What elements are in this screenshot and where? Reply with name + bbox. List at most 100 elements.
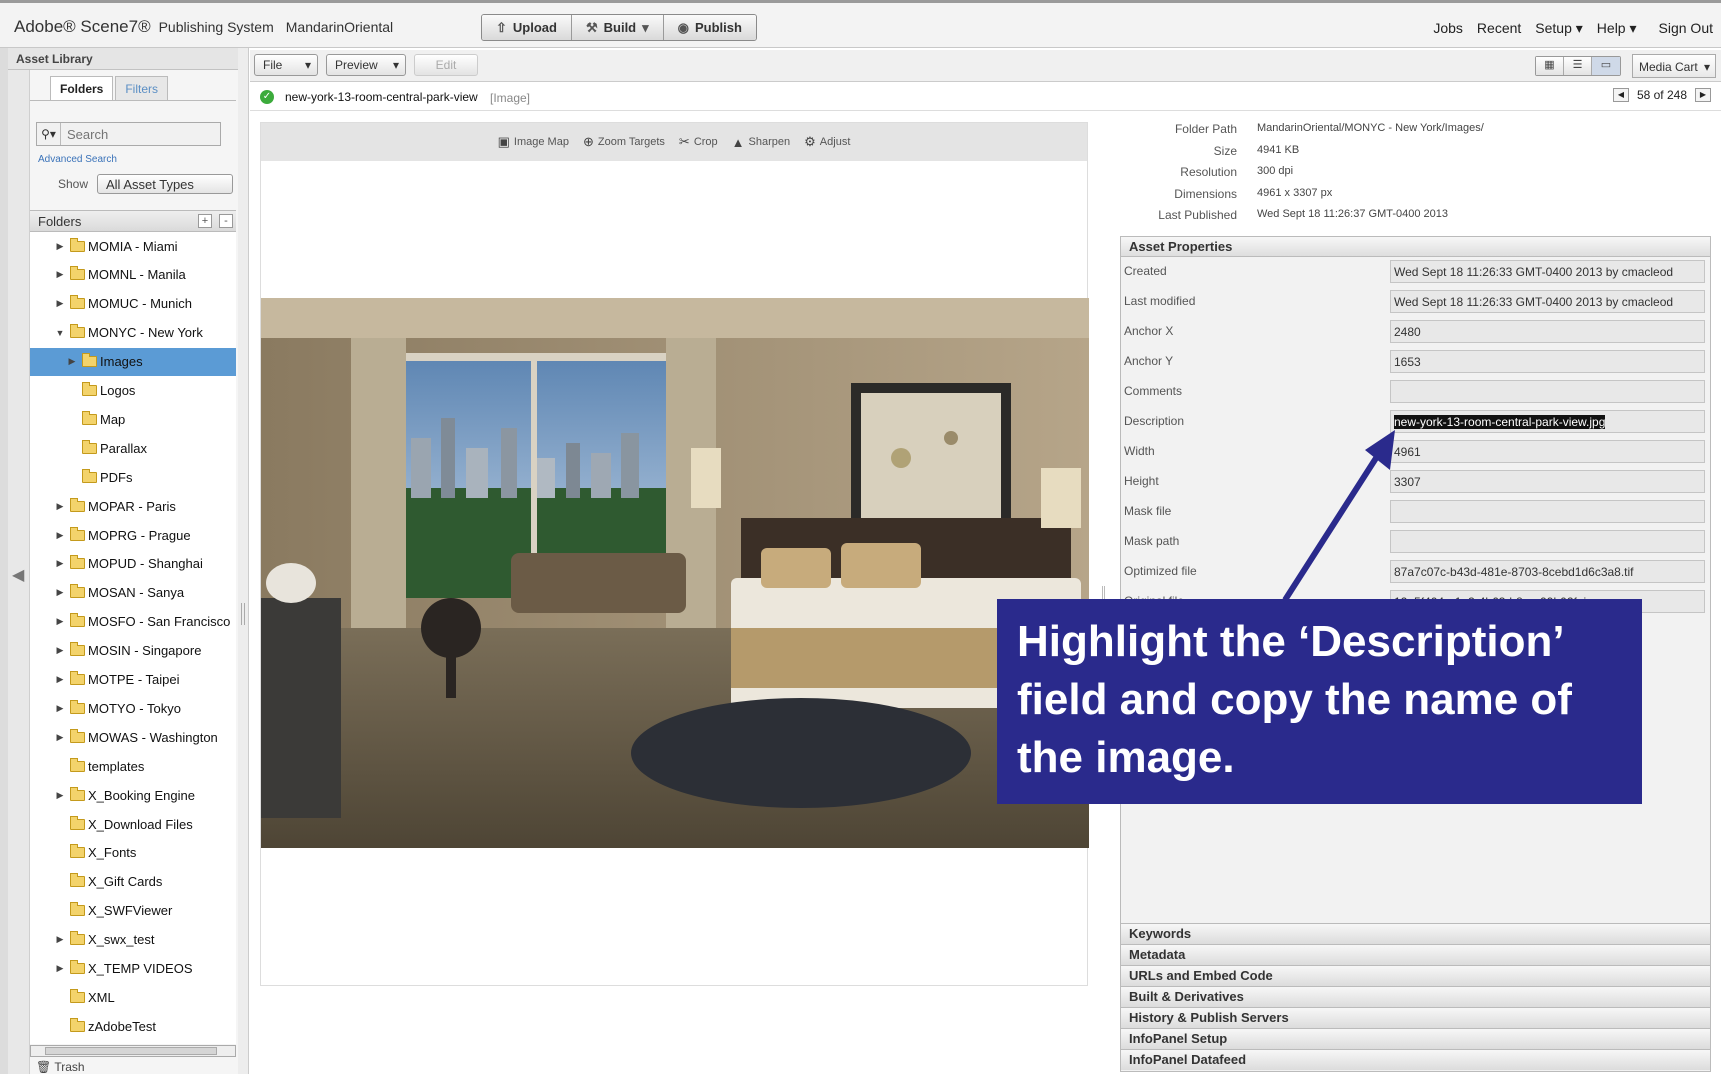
expand-toggle-icon[interactable]: ▶: [54, 645, 66, 656]
folder-item[interactable]: zAdobeTest: [30, 1012, 236, 1040]
folder-item[interactable]: ▶ MOMNL - Manila: [30, 261, 236, 289]
folder-item[interactable]: ▶ MOSFO - San Francisco: [30, 608, 236, 636]
tree-scrollbar[interactable]: [30, 1045, 236, 1057]
folder-item[interactable]: Logos: [30, 377, 236, 405]
folder-item[interactable]: XML: [30, 983, 236, 1011]
folder-item[interactable]: ▶ MOTPE - Taipei: [30, 666, 236, 694]
list-view-icon[interactable]: ☰: [1564, 57, 1592, 75]
folder-item[interactable]: X_Gift Cards: [30, 868, 236, 896]
folder-label: X_Gift Cards: [88, 874, 163, 890]
mask-file-field[interactable]: [1390, 500, 1705, 523]
expand-toggle-icon[interactable]: ▶: [54, 934, 66, 945]
folder-item[interactable]: ▶ MOMUC - Munich: [30, 290, 236, 318]
upload-button[interactable]: ⇧ Upload: [482, 15, 572, 40]
folder-item[interactable]: PDFs: [30, 463, 236, 491]
asset-properties-title[interactable]: Asset Properties: [1121, 237, 1710, 257]
jobs-link[interactable]: Jobs: [1433, 20, 1463, 37]
folder-item[interactable]: X_Download Files: [30, 810, 236, 838]
zoom-targets-tool[interactable]: ⊕ Zoom Targets: [583, 134, 665, 150]
height-field[interactable]: 3307: [1390, 470, 1705, 493]
expand-toggle-icon[interactable]: ▶: [54, 269, 66, 280]
preview-menu[interactable]: Preview ▾: [326, 54, 406, 76]
expand-toggle-icon[interactable]: ▶: [54, 674, 66, 685]
expand-toggle-icon[interactable]: ▶: [54, 732, 66, 743]
folder-item[interactable]: Map: [30, 405, 236, 433]
section-infopanel-setup[interactable]: InfoPanel Setup: [1121, 1028, 1710, 1049]
sign-out-link[interactable]: Sign Out: [1659, 20, 1713, 37]
expand-toggle-icon[interactable]: ▶: [54, 703, 66, 714]
expand-toggle-icon[interactable]: ▶: [54, 241, 66, 252]
folder-item[interactable]: Parallax: [30, 434, 236, 462]
splitter-grip[interactable]: [241, 603, 245, 625]
section-built-derivatives[interactable]: Built & Derivatives: [1121, 986, 1710, 1007]
publish-button[interactable]: ◉ Publish: [663, 15, 756, 40]
crop-tool[interactable]: ✂ Crop: [679, 134, 718, 150]
mask-path-field[interactable]: [1390, 530, 1705, 553]
previous-asset-icon[interactable]: ◀: [1612, 88, 1629, 102]
recent-link[interactable]: Recent: [1477, 20, 1521, 37]
folder-item[interactable]: X_SWFViewer: [30, 897, 236, 925]
section-urls-and-embed-code[interactable]: URLs and Embed Code: [1121, 965, 1710, 986]
media-cart-select[interactable]: Media Cart ▾: [1632, 54, 1716, 78]
expand-toggle-icon[interactable]: ▶: [54, 790, 66, 801]
trash-item[interactable]: 🗑 Trash: [36, 1060, 85, 1074]
grid-view-icon[interactable]: ▦: [1536, 57, 1564, 75]
folder-item[interactable]: ▶ X_Booking Engine: [30, 781, 236, 809]
anchor-y-field[interactable]: 1653: [1390, 350, 1705, 373]
folder-item[interactable]: templates: [30, 752, 236, 780]
folder-item[interactable]: ▶ MOPRG - Prague: [30, 521, 236, 549]
expand-toggle-icon[interactable]: ▶: [66, 356, 78, 367]
panel-splitter[interactable]: [238, 48, 249, 1074]
created-field[interactable]: Wed Sept 18 11:26:33 GMT-0400 2013 by cm…: [1390, 260, 1705, 283]
expand-toggle-icon[interactable]: ▶: [54, 501, 66, 512]
next-asset-icon[interactable]: ▶: [1695, 88, 1711, 102]
adjust-tool[interactable]: ⚙ Adjust: [804, 134, 850, 150]
comments-field[interactable]: [1390, 380, 1705, 403]
section-history-publish-servers[interactable]: History & Publish Servers: [1121, 1007, 1710, 1028]
description-field[interactable]: new-york-13-room-central-park-view.jpg: [1390, 410, 1705, 433]
folder-item[interactable]: ▼ MONYC - New York: [30, 319, 236, 347]
expand-toggle-icon[interactable]: ▶: [54, 298, 66, 309]
scroll-thumb[interactable]: [45, 1047, 217, 1055]
setup-menu[interactable]: Setup ▾: [1535, 20, 1583, 37]
last-modified-field[interactable]: Wed Sept 18 11:26:33 GMT-0400 2013 by cm…: [1390, 290, 1705, 313]
search-icon[interactable]: ⚲▾: [37, 123, 61, 145]
section-infopanel-datafeed[interactable]: InfoPanel Datafeed: [1121, 1049, 1710, 1070]
folder-item[interactable]: ▶ MOTYO - Tokyo: [30, 694, 236, 722]
expand-toggle-icon[interactable]: ▶: [54, 587, 66, 598]
anchor-x-field[interactable]: 2480: [1390, 320, 1705, 343]
folder-item[interactable]: ▶ X_TEMP VIDEOS: [30, 955, 236, 983]
tab-folders[interactable]: Folders: [50, 76, 114, 100]
section-metadata[interactable]: Metadata: [1121, 944, 1710, 965]
expand-toggle-icon[interactable]: ▶: [54, 558, 66, 569]
detail-view-icon[interactable]: ▭: [1592, 57, 1620, 75]
folder-item[interactable]: ▶ MOSAN - Sanya: [30, 579, 236, 607]
help-menu[interactable]: Help ▾: [1597, 20, 1637, 37]
folder-item[interactable]: ▶ MOSIN - Singapore: [30, 637, 236, 665]
folder-item[interactable]: ▶ Images: [30, 347, 236, 376]
optimized-file-field[interactable]: 87a7c07c-b43d-481e-8703-8cebd1d6c3a8.tif: [1390, 560, 1705, 583]
folder-item[interactable]: ▶ X_swx_test: [30, 926, 236, 954]
expand-toggle-icon[interactable]: ▼: [54, 328, 66, 338]
image-map-tool[interactable]: ▣ Image Map: [498, 134, 569, 150]
advanced-search-link[interactable]: Advanced Search: [38, 154, 117, 165]
edit-button[interactable]: Edit: [414, 54, 478, 76]
sharpen-tool[interactable]: ▲ Sharpen: [732, 135, 790, 150]
folder-item[interactable]: X_Fonts: [30, 839, 236, 867]
width-field[interactable]: 4961: [1390, 440, 1705, 463]
file-menu[interactable]: File ▾: [254, 54, 318, 76]
folder-item[interactable]: ▶ MOWAS - Washington: [30, 723, 236, 751]
tab-filters[interactable]: Filters: [115, 76, 169, 100]
section-keywords[interactable]: Keywords: [1121, 923, 1710, 944]
expand-toggle-icon[interactable]: ▶: [54, 963, 66, 974]
collapse-folders-icon[interactable]: -: [219, 214, 233, 228]
folder-item[interactable]: ▶ MOPUD - Shanghai: [30, 550, 236, 578]
search-input[interactable]: [61, 126, 211, 142]
asset-type-select[interactable]: All Asset Types: [97, 174, 233, 194]
add-folder-icon[interactable]: +: [198, 214, 212, 228]
folder-item[interactable]: ▶ MOMIA - Miami: [30, 232, 236, 260]
expand-toggle-icon[interactable]: ▶: [54, 616, 66, 627]
folder-item[interactable]: ▶ MOPAR - Paris: [30, 492, 236, 520]
expand-toggle-icon[interactable]: ▶: [54, 530, 66, 541]
build-button[interactable]: ⚒ Build ▾: [571, 15, 664, 40]
